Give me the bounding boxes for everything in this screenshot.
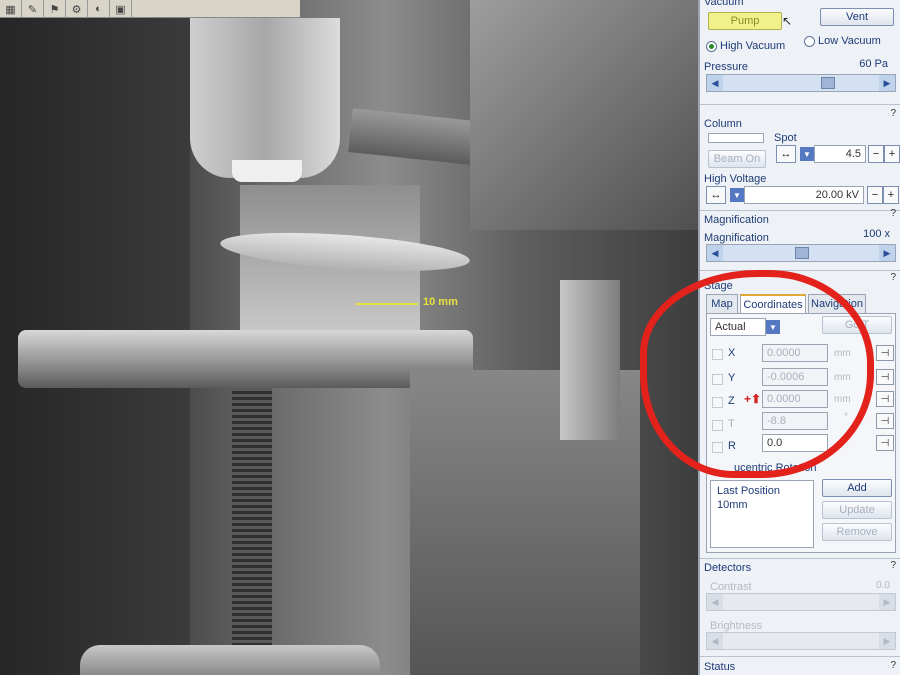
stage-help-icon[interactable]: ?	[890, 272, 896, 283]
slider-left-arrow-icon[interactable]: ◀	[707, 633, 723, 649]
toolbar-tool-icon[interactable]: ▣	[110, 0, 132, 18]
contrast-slider[interactable]: ◀ ▶	[706, 593, 896, 611]
pole-piece-tip	[232, 160, 302, 182]
toolbar-tool-icon[interactable]: ⚑	[44, 0, 66, 18]
spot-field[interactable]: 4.5	[814, 145, 866, 163]
radio-unselected-icon	[804, 35, 815, 47]
high-voltage-field[interactable]: 20.00 kV	[744, 186, 864, 204]
brightness-slider[interactable]: ◀ ▶	[706, 632, 896, 650]
slider-thumb[interactable]	[821, 77, 835, 89]
bottom-plate	[80, 645, 380, 675]
slider-left-arrow-icon[interactable]: ◀	[707, 594, 723, 610]
pole-piece	[190, 18, 340, 178]
r-pin-icon[interactable]: ⊣	[876, 435, 894, 451]
stage-plate	[18, 330, 473, 388]
hv-link-icon[interactable]: ↔	[706, 186, 726, 204]
brightness-label: Brightness	[710, 620, 762, 632]
slider-left-arrow-icon[interactable]: ◀	[707, 75, 723, 91]
pressure-slider[interactable]: ◀ ▶	[706, 74, 896, 92]
slider-left-arrow-icon[interactable]: ◀	[707, 245, 723, 261]
detector-housing	[470, 0, 698, 230]
high-voltage-label: High Voltage	[704, 173, 767, 185]
detectors-help-icon[interactable]: ?	[890, 560, 896, 571]
contrast-value: 0.0	[876, 580, 890, 591]
slider-right-arrow-icon[interactable]: ▶	[879, 75, 895, 91]
magnification-slider[interactable]: ◀ ▶	[706, 244, 896, 262]
magnification-title: Magnification	[704, 214, 769, 226]
t-pin-icon[interactable]: ⊣	[876, 413, 894, 429]
section-divider	[700, 210, 900, 211]
pressure-label: Pressure	[704, 61, 749, 73]
column-title: Column	[704, 118, 742, 130]
pump-button[interactable]: Pump	[708, 12, 782, 30]
scale-bar	[356, 303, 418, 305]
column-help-icon[interactable]: ?	[890, 108, 896, 119]
position-list-item[interactable]: Last Position	[711, 481, 813, 497]
scale-bar-label: 10 mm	[423, 296, 458, 308]
chamber-camera-view: ▦ ✎ ⚑ ⚙ ◐ ▣ 10 mm	[0, 0, 700, 675]
x-pin-icon[interactable]: ⊣	[876, 345, 894, 361]
spot-decrease-button[interactable]: −	[868, 145, 884, 163]
magnification-label: Magnification	[704, 232, 769, 244]
detectors-title: Detectors	[704, 562, 752, 574]
magnification-value: 100 x	[863, 228, 890, 240]
y-pin-icon[interactable]: ⊣	[876, 369, 894, 385]
section-divider	[700, 656, 900, 657]
slider-right-arrow-icon[interactable]: ▶	[879, 633, 895, 649]
high-vacuum-label: High Vacuum	[720, 40, 786, 52]
low-vacuum-label: Low Vacuum	[818, 35, 881, 47]
radio-selected-icon	[706, 40, 717, 52]
high-vacuum-radio[interactable]: High Vacuum	[706, 40, 785, 52]
pressure-value: 60 Pa	[859, 58, 888, 70]
slider-thumb[interactable]	[795, 247, 809, 259]
stage-bracket	[560, 280, 620, 440]
spot-dropdown-icon[interactable]: ▼	[800, 147, 814, 161]
contrast-label: Contrast	[710, 581, 752, 593]
add-position-button[interactable]: Add	[822, 479, 892, 497]
low-vacuum-radio[interactable]: Low Vacuum	[804, 35, 881, 47]
toolbar-tool-icon[interactable]: ⚙	[66, 0, 88, 18]
slider-right-arrow-icon[interactable]: ▶	[879, 245, 895, 261]
slider-right-arrow-icon[interactable]: ▶	[879, 594, 895, 610]
toolbar-tool-icon[interactable]: ✎	[22, 0, 44, 18]
status-help-icon[interactable]: ?	[890, 660, 896, 671]
remove-position-button[interactable]: Remove	[822, 523, 892, 541]
annotation-circle	[640, 270, 874, 478]
hv-increase-button[interactable]: +	[883, 186, 899, 204]
section-divider	[700, 270, 900, 271]
toolbar-tool-icon[interactable]: ◐	[88, 0, 110, 18]
vacuum-title: Vacuum	[704, 0, 744, 8]
mouse-cursor-icon: ↖	[782, 14, 793, 28]
position-list-item[interactable]: 10mm	[711, 497, 813, 511]
z-pin-icon[interactable]: ⊣	[876, 391, 894, 407]
section-divider	[700, 558, 900, 559]
spot-increase-button[interactable]: +	[884, 145, 900, 163]
camera-toolbar: ▦ ✎ ⚑ ⚙ ◐ ▣	[0, 0, 300, 18]
hv-dropdown-icon[interactable]: ▼	[730, 188, 744, 202]
section-divider	[700, 104, 900, 105]
vent-button[interactable]: Vent	[820, 8, 894, 26]
column-indicator	[708, 133, 764, 143]
hv-decrease-button[interactable]: −	[867, 186, 883, 204]
beam-on-button[interactable]: Beam On	[708, 150, 766, 168]
status-title: Status	[704, 661, 736, 673]
spot-link-icon[interactable]: ↔	[776, 145, 796, 163]
update-position-button[interactable]: Update	[822, 501, 892, 519]
toolbar-tool-icon[interactable]: ▦	[0, 0, 22, 18]
position-list[interactable]: Last Position 10mm	[710, 480, 814, 548]
magnification-help-icon[interactable]: ?	[890, 208, 896, 219]
spot-label: Spot	[774, 132, 797, 144]
stage-screw	[232, 388, 272, 675]
